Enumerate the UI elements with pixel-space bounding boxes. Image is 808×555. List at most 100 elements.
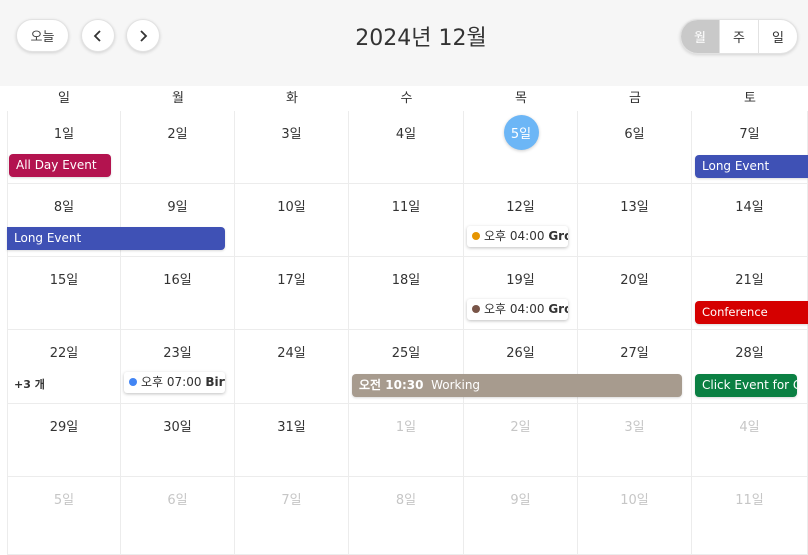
day-number: 26일 [506, 346, 535, 361]
day-number: 15일 [49, 273, 79, 288]
day-cell[interactable]: 6일 [578, 111, 692, 184]
weekday-header: 목 [515, 91, 527, 106]
day-number: 9일 [167, 200, 188, 215]
day-cell[interactable]: 11일 [349, 184, 464, 257]
more-events-link[interactable]: +3 개 [14, 376, 45, 392]
day-cell[interactable]: 10일 [235, 184, 349, 257]
event-working[interactable]: 오전 10:30 Working [352, 374, 682, 397]
day-cell[interactable]: 8일 [349, 477, 464, 555]
day-number: 3일 [281, 127, 302, 142]
day-cell[interactable]: 29일 [7, 404, 121, 477]
day-cell[interactable]: 24일 [235, 330, 349, 404]
day-number: 28일 [735, 346, 764, 361]
event-birthday-party[interactable]: 오후 07:00 Birthday Party [124, 372, 225, 393]
day-number: 7일 [281, 493, 302, 508]
day-number: 3일 [624, 420, 645, 435]
weekday-header: 월 [172, 91, 184, 106]
day-cell[interactable]: 17일 [235, 257, 349, 330]
view-switcher: 월 주 일 [680, 19, 798, 54]
event-time: 오후 07:00 [141, 375, 202, 389]
day-number: 19일 [506, 273, 535, 288]
day-number: 21일 [735, 273, 764, 288]
day-number: 20일 [620, 273, 649, 288]
day-cell[interactable]: 6일 [121, 477, 235, 555]
day-number: 11일 [391, 200, 421, 215]
weekday-header: 토 [744, 91, 756, 106]
day-number: 6일 [167, 493, 188, 508]
day-cell[interactable]: 5일 [464, 111, 578, 184]
event-group-meeting[interactable]: 오후 04:00 Group Meeting [467, 226, 568, 247]
day-number: 27일 [620, 346, 649, 361]
day-number: 18일 [391, 273, 421, 288]
day-number: 13일 [620, 200, 649, 215]
day-number: 31일 [277, 420, 306, 435]
day-number: 9일 [510, 493, 531, 508]
day-cell[interactable]: 3일 [235, 111, 349, 184]
weekday-header: 일 [58, 91, 70, 106]
view-month-button[interactable]: 월 [681, 20, 719, 53]
day-cell[interactable]: 18일 [349, 257, 464, 330]
weekday-header: 금 [629, 91, 641, 106]
day-number: 1일 [53, 127, 75, 142]
event-dot-icon [129, 378, 137, 386]
event-group-meeting[interactable]: 오후 04:00 Group Meeting [467, 299, 568, 320]
day-number: 2일 [510, 420, 531, 435]
event-dot-icon [472, 232, 480, 240]
day-number: 10일 [620, 493, 649, 508]
day-number: 23일 [163, 346, 192, 361]
day-cell[interactable]: 30일 [121, 404, 235, 477]
event-long-event[interactable]: Long Event [695, 155, 808, 178]
day-cell[interactable]: 7일 [235, 477, 349, 555]
day-cell[interactable]: 2일 [121, 111, 235, 184]
day-cell[interactable]: 5일 [7, 477, 121, 555]
weekday-header: 수 [400, 91, 413, 106]
event-long-event[interactable]: Long Event [7, 227, 225, 250]
day-number: 7일 [739, 127, 760, 142]
event-title: Birthday Party [205, 375, 225, 389]
day-cell[interactable]: 14일 [692, 184, 808, 257]
day-cell[interactable]: 22일 [7, 330, 121, 404]
day-number: 1일 [395, 420, 417, 435]
event-time: 오후 04:00 [484, 302, 545, 316]
view-week-button[interactable]: 주 [719, 20, 758, 53]
day-cell[interactable]: 11일 [692, 477, 808, 555]
day-cell[interactable]: 13일 [578, 184, 692, 257]
day-cell[interactable]: 10일 [578, 477, 692, 555]
day-cell[interactable]: 9일 [464, 477, 578, 555]
day-cell[interactable]: 20일 [578, 257, 692, 330]
day-number: 29일 [49, 420, 79, 435]
calendar-app: 오늘 2024년 12월 월 주 일 일 월 화 수 목 금 토 1일 2일 3일 4… [0, 0, 808, 555]
weekday-header: 화 [286, 91, 298, 106]
day-number: 14일 [735, 200, 764, 215]
day-number: 30일 [163, 420, 192, 435]
event-dot-icon [472, 305, 480, 313]
day-cell[interactable]: 4일 [692, 404, 808, 477]
event-all-day[interactable]: All Day Event [9, 154, 111, 177]
day-number: 4일 [739, 420, 760, 435]
day-cell[interactable]: 15일 [7, 257, 121, 330]
day-number: 11일 [735, 493, 764, 508]
calendar-toolbar: 오늘 2024년 12월 월 주 일 [0, 0, 808, 86]
day-cell[interactable]: 1일 [349, 404, 464, 477]
event-time: 오전 10:30 [359, 378, 424, 392]
day-number: 6일 [624, 127, 645, 142]
day-cell[interactable]: 4일 [349, 111, 464, 184]
event-click-for-google[interactable]: Click Event for Google [695, 374, 797, 397]
day-number: 12일 [506, 200, 535, 215]
day-number: 4일 [395, 127, 417, 142]
day-number: 25일 [391, 346, 421, 361]
day-cell[interactable]: 3일 [578, 404, 692, 477]
view-day-button[interactable]: 일 [758, 20, 797, 53]
day-cell[interactable]: 31일 [235, 404, 349, 477]
today-date-badge: 5일 [503, 115, 539, 150]
day-cell[interactable]: 2일 [464, 404, 578, 477]
event-title: Group Meeting [548, 302, 568, 316]
day-number: 5일 [53, 493, 75, 508]
event-title: Group Meeting [548, 229, 568, 243]
event-title: Working [431, 378, 481, 392]
day-number: 2일 [167, 127, 188, 142]
day-cell[interactable]: 16일 [121, 257, 235, 330]
day-number: 17일 [277, 273, 306, 288]
day-number: 8일 [395, 493, 417, 508]
event-conference[interactable]: Conference [695, 301, 808, 324]
